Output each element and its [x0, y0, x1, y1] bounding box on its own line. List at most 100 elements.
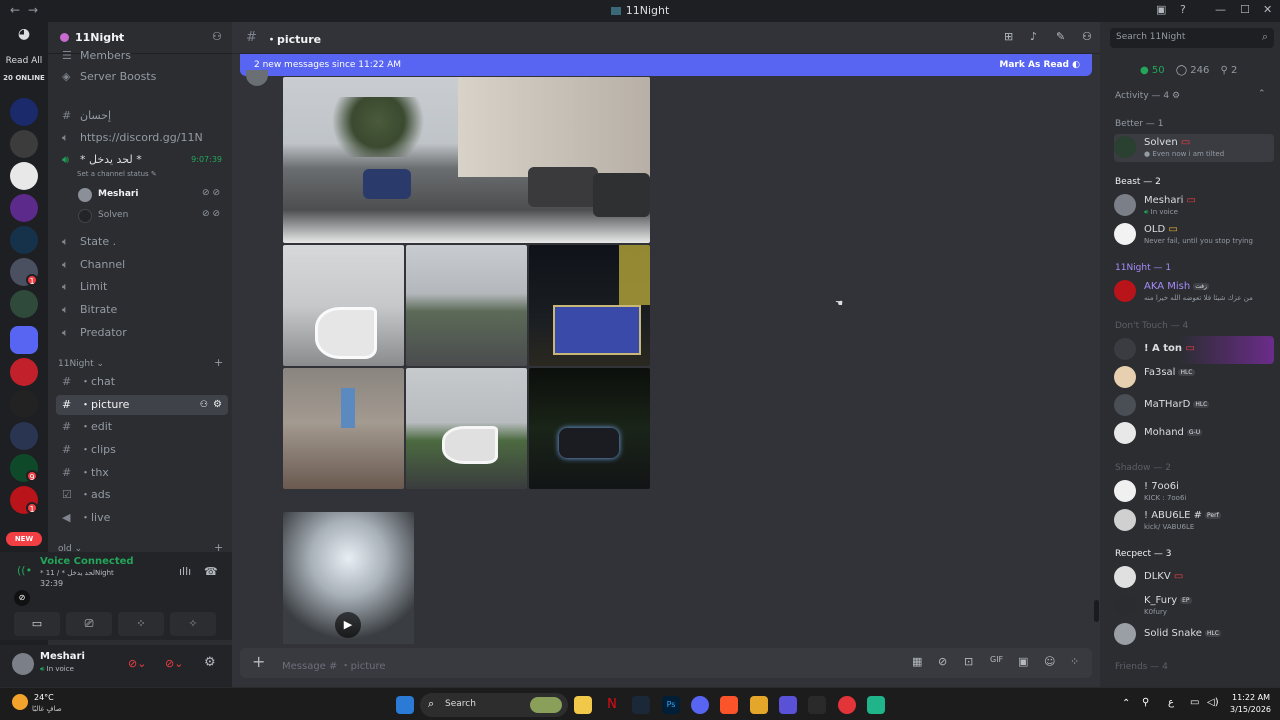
- sticker-icon[interactable]: ▣: [1018, 655, 1028, 668]
- image-attachment[interactable]: [406, 368, 527, 489]
- photoshop-icon[interactable]: Ps: [662, 696, 680, 714]
- member-item[interactable]: MaTHarD HLC: [1114, 392, 1274, 420]
- maximize-icon[interactable]: ☐: [1240, 3, 1250, 16]
- read-all-button[interactable]: Read All: [0, 56, 48, 66]
- image-attachment[interactable]: [283, 77, 650, 243]
- add-member-icon[interactable]: ⚇: [212, 30, 222, 43]
- app-icon[interactable]: [838, 696, 856, 714]
- mute-apps-icon[interactable]: ⊘: [938, 655, 947, 668]
- message-composer[interactable]: + Message # ・picture ▦ ⊘ ⊡ GIF ▣ ☺ ⁘: [240, 648, 1092, 678]
- text-channel-thx[interactable]: # ・thx: [56, 463, 228, 483]
- scrollbar[interactable]: [1094, 600, 1099, 622]
- app-icon[interactable]: [808, 696, 826, 714]
- server-icon[interactable]: [10, 98, 38, 126]
- mic-icon[interactable]: ⚲: [1142, 697, 1149, 708]
- start-icon[interactable]: [396, 696, 414, 714]
- netflix-icon[interactable]: N: [603, 696, 621, 714]
- minimize-icon[interactable]: —: [1215, 3, 1226, 16]
- soundboard-button[interactable]: ✧: [170, 612, 216, 636]
- stage-channel-item[interactable]: 🔈︎ Channel: [56, 255, 228, 275]
- gif-icon[interactable]: GIF: [990, 655, 1003, 664]
- noise-suppression-icon[interactable]: ıllı: [179, 565, 191, 578]
- avatar[interactable]: [246, 70, 268, 86]
- image-attachment[interactable]: [283, 245, 404, 366]
- voice-channel-path[interactable]: * لحد يدخل * / 11Night: [40, 569, 114, 577]
- language-indicator[interactable]: ع: [1168, 697, 1174, 708]
- krisp-icon[interactable]: ⊘: [14, 590, 30, 606]
- inbox-icon[interactable]: ▣: [1156, 3, 1166, 16]
- volume-icon[interactable]: ◁): [1207, 697, 1219, 708]
- server-icon[interactable]: [10, 226, 38, 254]
- discord-taskbar-icon[interactable]: [691, 696, 709, 714]
- member-list-icon[interactable]: ⚇: [1082, 30, 1092, 43]
- activities-button[interactable]: ⁘: [118, 612, 164, 636]
- app-icon[interactable]: [750, 696, 768, 714]
- mark-as-read-button[interactable]: Mark As Read ◐: [999, 60, 1080, 70]
- pin-icon[interactable]: ✎: [1056, 30, 1065, 43]
- threads-icon[interactable]: ⊞: [1004, 30, 1013, 43]
- image-attachment[interactable]: [529, 368, 650, 489]
- camera-button[interactable]: ▭: [14, 612, 60, 636]
- member-item[interactable]: AKA Mish زفت من عزك شيئا فلا تعوضه الله خ…: [1114, 278, 1274, 306]
- screen-share-button[interactable]: ⎚: [66, 612, 112, 636]
- gift-icon[interactable]: ⊡: [964, 655, 973, 668]
- member-item[interactable]: Solid Snake HLC: [1114, 621, 1274, 649]
- member-item[interactable]: K_Fury EP K0fury: [1114, 592, 1274, 620]
- image-attachment[interactable]: [406, 245, 527, 366]
- stage-channel-item[interactable]: 🔈︎ Limit: [56, 277, 228, 297]
- server-icon[interactable]: [10, 162, 38, 190]
- clock-time[interactable]: 11:22 AM: [1232, 693, 1270, 702]
- channel-status-hint[interactable]: Set a channel status ✎: [77, 170, 157, 178]
- voice-user[interactable]: Solven ⊘ ⊘: [78, 207, 224, 225]
- text-channel-live[interactable]: ◀ ・live: [56, 508, 228, 528]
- text-channel-picture[interactable]: # ・picture ⚇ ⚙: [56, 395, 228, 415]
- close-icon[interactable]: ✕: [1263, 3, 1272, 16]
- message-input[interactable]: Message # ・picture: [282, 657, 386, 672]
- video-attachment[interactable]: ▶: [283, 512, 414, 644]
- stage-channel-item[interactable]: 🔈︎ Predator: [56, 323, 228, 343]
- clock-date[interactable]: 3/15/2026: [1230, 705, 1271, 714]
- member-item[interactable]: ! A ton ▭: [1114, 336, 1274, 364]
- invite-icon[interactable]: ⚇: [200, 395, 208, 415]
- taskbar-search[interactable]: ⌕ Search: [420, 693, 568, 717]
- member-item[interactable]: ! 7oo6i KICK : 7oo6i: [1114, 478, 1274, 506]
- add-attachment-button[interactable]: +: [252, 652, 265, 671]
- image-attachment[interactable]: [529, 245, 650, 366]
- server-boosts-item[interactable]: ◈ Server Boosts: [56, 67, 228, 87]
- server-icon[interactable]: [10, 130, 38, 158]
- member-item[interactable]: Fa3sal HLC: [1114, 364, 1274, 392]
- app-icon[interactable]: [867, 696, 885, 714]
- emoji-icon[interactable]: ☺: [1044, 655, 1055, 668]
- chevron-up-icon[interactable]: ⌃: [1258, 89, 1266, 99]
- channel-item[interactable]: # إحسان: [56, 106, 228, 126]
- network-icon[interactable]: ▭: [1190, 697, 1199, 708]
- text-channel-clips[interactable]: # ・clips: [56, 440, 228, 460]
- server-icon[interactable]: [10, 290, 38, 318]
- member-item[interactable]: DLKV ▭: [1114, 564, 1274, 592]
- member-item[interactable]: Meshari ▭ 🔊︎ In voice: [1114, 192, 1274, 220]
- text-channel-edit[interactable]: # ・edit: [56, 417, 228, 437]
- voice-user[interactable]: Meshari ⊘ ⊘: [78, 186, 224, 204]
- file-explorer-icon[interactable]: [574, 696, 592, 714]
- help-icon[interactable]: ?: [1180, 3, 1186, 16]
- category-header[interactable]: 11Night ⌄: [58, 359, 104, 369]
- apps-icon[interactable]: ⁘: [1070, 655, 1079, 668]
- settings-gear-icon[interactable]: ⚙: [204, 655, 216, 670]
- members-item[interactable]: ☰ Members: [56, 46, 228, 66]
- mute-mic-icon[interactable]: ⊘⌄: [128, 657, 146, 670]
- server-icon[interactable]: [10, 422, 38, 450]
- deafen-icon[interactable]: ⊘⌄: [165, 657, 183, 670]
- search-box[interactable]: Search 11Night ⌕: [1110, 28, 1274, 48]
- member-item[interactable]: ! ABU6LE # Perf kick/ VABU6LE: [1114, 507, 1274, 535]
- app-icon[interactable]: [779, 696, 797, 714]
- play-button[interactable]: ▶: [335, 612, 361, 638]
- discord-home-icon[interactable]: ◕: [10, 26, 38, 50]
- server-icon[interactable]: [10, 194, 38, 222]
- avatar[interactable]: [12, 653, 34, 675]
- add-channel-icon[interactable]: +: [214, 356, 223, 369]
- disconnect-icon[interactable]: ☎: [204, 565, 218, 578]
- image-attachment[interactable]: [283, 368, 404, 489]
- new-messages-banner[interactable]: 2 new messages since 11:22 AM Mark As Re…: [240, 54, 1092, 76]
- member-item[interactable]: Mohand G-U: [1114, 420, 1274, 448]
- activity-header[interactable]: Activity — 4 ⚙: [1115, 91, 1180, 101]
